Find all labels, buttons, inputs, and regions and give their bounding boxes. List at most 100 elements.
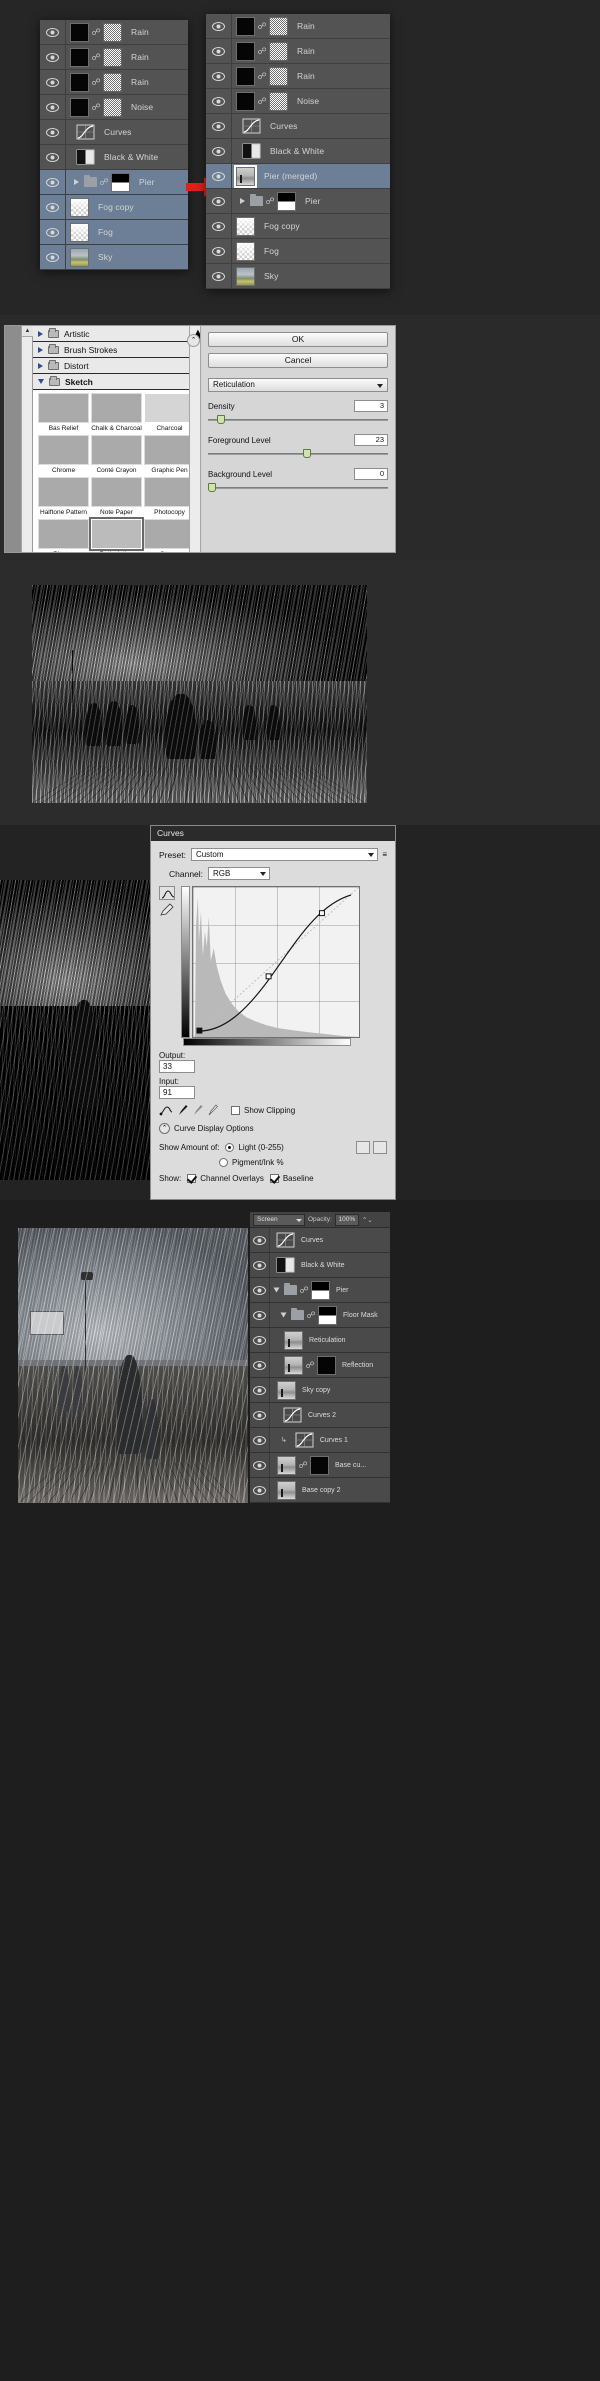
- layer-visibility-toggle[interactable]: [40, 220, 66, 244]
- layer-visibility-toggle[interactable]: [250, 1403, 270, 1427]
- layer-row[interactable]: ☍ Rain: [206, 14, 390, 39]
- active-filter-select[interactable]: Reticulation: [208, 378, 388, 392]
- layer-row[interactable]: ↳ Curves 1: [250, 1428, 390, 1453]
- mask-link-icon[interactable]: ☍: [91, 102, 101, 112]
- disclosure-triangle-icon[interactable]: [38, 346, 43, 353]
- baseline-checkbox[interactable]: [269, 1174, 279, 1183]
- parameter-value-input[interactable]: 23: [354, 434, 388, 446]
- mask-link-icon[interactable]: ☍: [265, 196, 275, 206]
- layer-thumbnail[interactable]: [269, 41, 288, 61]
- mask-link-icon[interactable]: ☍: [257, 96, 267, 106]
- white-point-eyedropper-icon[interactable]: [208, 1104, 218, 1116]
- layer-visibility-toggle[interactable]: [206, 264, 232, 288]
- curve-graph[interactable]: [192, 886, 360, 1038]
- preset-select[interactable]: Custom: [190, 848, 379, 861]
- layer-thumbnail[interactable]: [236, 241, 255, 261]
- filter-thumbnail[interactable]: Note Paper: [91, 477, 142, 517]
- filter-category[interactable]: Artistic: [33, 326, 200, 342]
- layer-row[interactable]: Curves: [40, 120, 188, 145]
- layer-row[interactable]: Black & White: [206, 139, 390, 164]
- layer-row[interactable]: Pier (merged): [206, 164, 390, 189]
- filter-thumbnail[interactable]: Charcoal: [144, 393, 195, 433]
- pigment-row[interactable]: Pigment/Ink %: [219, 1158, 387, 1167]
- layer-mask-thumbnail[interactable]: [310, 1455, 329, 1475]
- opacity-value[interactable]: 100%: [334, 1213, 359, 1226]
- show-clipping-row[interactable]: Show Clipping: [231, 1105, 295, 1115]
- mask-link-icon[interactable]: ☍: [299, 1285, 309, 1295]
- slider-thumb[interactable]: [207, 483, 216, 492]
- layer-row[interactable]: ☍ Rain: [206, 64, 390, 89]
- curve-editor[interactable]: [159, 886, 387, 1038]
- layer-row[interactable]: Black & White: [250, 1253, 390, 1278]
- layer-thumbnail[interactable]: [70, 222, 89, 242]
- layer-thumbnail[interactable]: [103, 72, 122, 92]
- layer-thumbnail[interactable]: [234, 164, 257, 188]
- group-expand-icon[interactable]: [240, 198, 245, 204]
- expand-icon[interactable]: ⌃: [159, 1123, 170, 1134]
- layer-visibility-toggle[interactable]: [206, 114, 232, 138]
- filter-thumbnail[interactable]: Graphic Pen: [144, 435, 195, 475]
- layer-row[interactable]: Base copy 2: [250, 1478, 390, 1503]
- filter-gallery-dialog[interactable]: ▲ Artistic Brush Strokes Distort Sketch Bas…: [4, 325, 396, 553]
- layer-visibility-toggle[interactable]: [206, 89, 232, 113]
- pencil-tool-icon[interactable]: [159, 903, 175, 917]
- channel-overlays-row[interactable]: Channel Overlays: [187, 1174, 264, 1183]
- layer-row[interactable]: Reticulation: [250, 1328, 390, 1353]
- layer-row[interactable]: Sky: [206, 264, 390, 289]
- layer-thumbnail[interactable]: [269, 16, 288, 36]
- grid-large-button[interactable]: [373, 1141, 387, 1154]
- layer-row[interactable]: Black & White: [40, 145, 188, 170]
- opacity-stepper-icon[interactable]: ⌃⌄: [362, 1216, 373, 1224]
- layer-thumbnail[interactable]: [284, 1330, 303, 1350]
- filter-category[interactable]: Distort: [33, 358, 200, 374]
- layer-visibility-toggle[interactable]: [250, 1478, 270, 1502]
- mask-link-icon[interactable]: ☍: [99, 177, 109, 187]
- layer-mask-thumbnail[interactable]: [236, 66, 255, 86]
- layer-row[interactable]: Curves: [250, 1228, 390, 1253]
- filter-thumbnail[interactable]: Stamp: [144, 519, 195, 552]
- layer-row[interactable]: ☍ Rain: [40, 20, 188, 45]
- layer-thumbnail[interactable]: [277, 1380, 296, 1400]
- baseline-row[interactable]: Baseline: [269, 1174, 314, 1183]
- parameter-slider[interactable]: [208, 449, 388, 459]
- layer-thumbnail[interactable]: [236, 216, 255, 236]
- layer-row[interactable]: Sky copy: [250, 1378, 390, 1403]
- layer-row[interactable]: Curves 2: [250, 1403, 390, 1428]
- layer-visibility-toggle[interactable]: [40, 20, 66, 44]
- channel-overlays-checkbox[interactable]: [187, 1174, 197, 1183]
- layer-thumbnail[interactable]: [269, 91, 288, 111]
- mask-link-icon[interactable]: ☍: [257, 46, 267, 56]
- filter-thumbnail[interactable]: Reticulation: [89, 517, 144, 552]
- slider-thumb[interactable]: [216, 415, 225, 424]
- parameter-value-input[interactable]: 0: [354, 468, 388, 480]
- layer-visibility-toggle[interactable]: [40, 45, 66, 69]
- group-mask-thumbnail[interactable]: [277, 191, 296, 211]
- pigment-radio-row[interactable]: Pigment/Ink %: [219, 1158, 284, 1167]
- black-point-eyedropper-icon[interactable]: [178, 1104, 188, 1116]
- layer-row[interactable]: ☍ Pier: [250, 1278, 390, 1303]
- layer-visibility-toggle[interactable]: [206, 164, 232, 188]
- layer-row[interactable]: ☍ Pier: [206, 189, 390, 214]
- layer-visibility-toggle[interactable]: [40, 95, 66, 119]
- filter-thumbnail[interactable]: Chalk & Charcoal: [91, 393, 142, 433]
- layer-row[interactable]: ☍ Reflection: [250, 1353, 390, 1378]
- filter-thumbnail[interactable]: Bas Relief: [38, 393, 89, 433]
- mask-link-icon[interactable]: ☍: [257, 21, 267, 31]
- layer-row[interactable]: ☍ Rain: [206, 39, 390, 64]
- layer-mask-thumbnail[interactable]: [70, 97, 89, 117]
- group-mask-thumbnail[interactable]: [111, 172, 130, 192]
- layer-visibility-toggle[interactable]: [250, 1228, 270, 1252]
- ok-button[interactable]: OK: [208, 332, 388, 347]
- layer-mask-thumbnail[interactable]: [317, 1355, 336, 1375]
- layer-thumbnail[interactable]: [236, 266, 255, 286]
- layer-row[interactable]: ☍ Floor Mask: [250, 1303, 390, 1328]
- auto-curve-icon[interactable]: [159, 1104, 173, 1116]
- filter-thumbnail[interactable]: Chrome: [38, 435, 89, 475]
- layer-row[interactable]: ☍ Noise: [40, 95, 188, 120]
- layer-thumbnail[interactable]: [70, 197, 89, 217]
- layer-thumbnail[interactable]: [103, 47, 122, 67]
- layer-row[interactable]: ☍ Base cu...: [250, 1453, 390, 1478]
- mask-link-icon[interactable]: ☍: [91, 27, 101, 37]
- layers-panel-before[interactable]: ☍ Rain ☍ Rain ☍ Rain ☍ Noise Curves Black & White…: [40, 20, 188, 270]
- layer-thumbnail[interactable]: [269, 66, 288, 86]
